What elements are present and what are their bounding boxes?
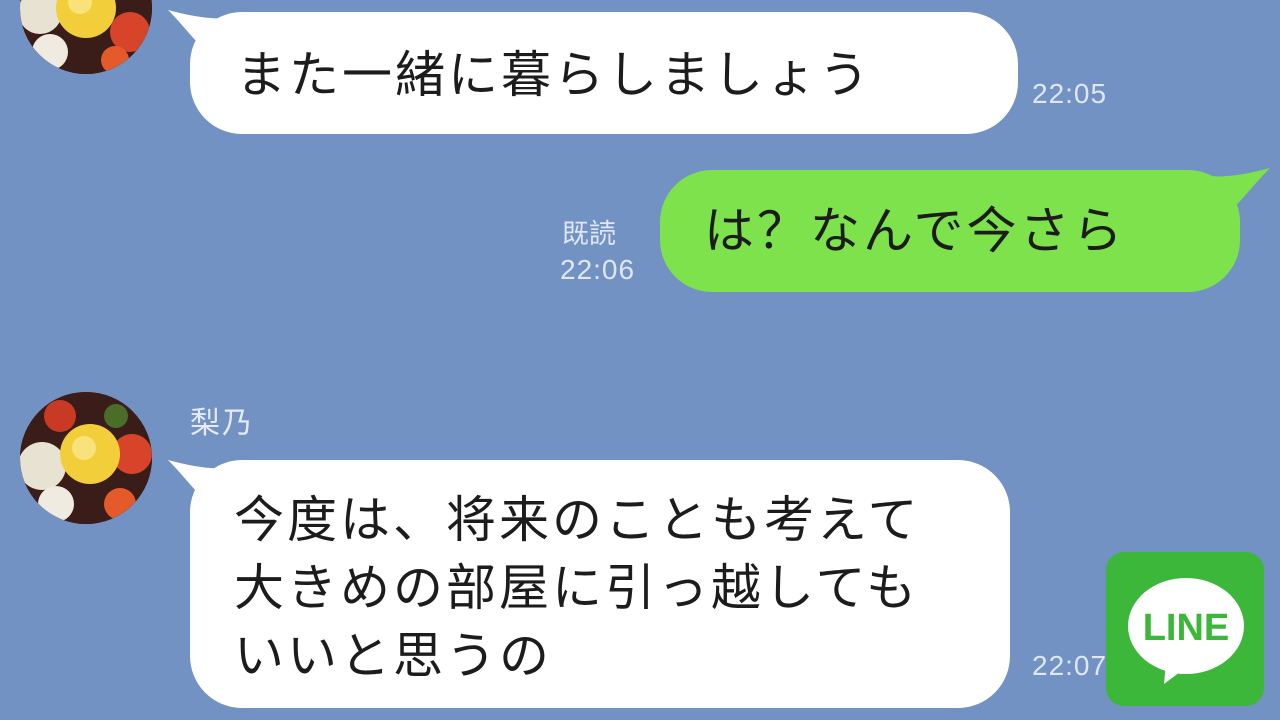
line-logo-text: LINE xyxy=(1143,607,1230,649)
line-logo-badge: LINE xyxy=(1106,552,1264,706)
message-time: 22:07 xyxy=(1032,650,1108,681)
message-time: 22:06 xyxy=(560,254,636,285)
line-logo-icon: LINE xyxy=(1128,578,1244,684)
read-receipt: 既読 xyxy=(562,219,616,250)
avatar-flower-icon xyxy=(20,392,152,524)
message-time: 22:05 xyxy=(1032,78,1108,109)
message-bubble-incoming[interactable]: 今度は、将来のことも考えて大きめの部屋に引っ越してもいいと思うの xyxy=(190,460,1010,708)
bubble-tail xyxy=(1210,168,1270,218)
message-text: は？なんで今さら xyxy=(704,202,1126,260)
chat-screen: { "chat": { "messages": [ { "text": "また一… xyxy=(0,0,1280,720)
message-text: 今度は、将来のことも考えて大きめの部屋に引っ越してもいいと思うの xyxy=(234,491,921,685)
sender-name: 梨乃 xyxy=(190,406,254,441)
message-bubble-outgoing[interactable]: は？なんで今さら xyxy=(660,170,1240,292)
avatar[interactable] xyxy=(20,392,152,524)
avatar[interactable] xyxy=(20,0,152,74)
message-bubble-incoming[interactable]: また一緒に暮らしましょう xyxy=(190,12,1018,134)
avatar-flower-icon xyxy=(20,0,152,74)
message-text: また一緒に暮らしましょう xyxy=(236,46,872,104)
